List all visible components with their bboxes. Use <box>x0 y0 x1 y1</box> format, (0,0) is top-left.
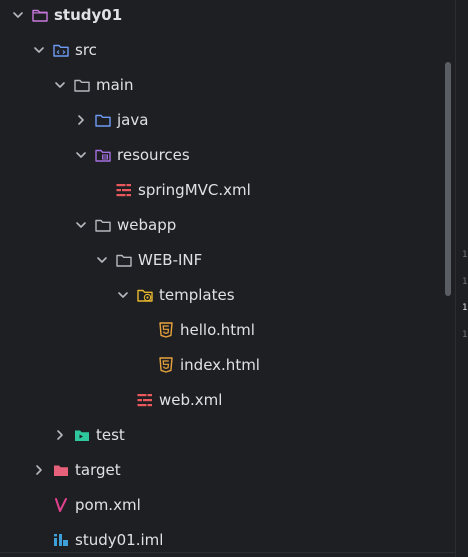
module-folder-icon <box>31 6 49 24</box>
tree-node-label: webapp <box>117 216 177 234</box>
chevron-down-icon[interactable] <box>74 218 88 232</box>
chevron-down-icon[interactable] <box>74 148 88 162</box>
chevron-right-icon[interactable] <box>74 113 88 127</box>
chevron-down-icon[interactable] <box>32 43 46 57</box>
tree-node-label: springMVC.xml <box>138 181 251 199</box>
tree-node-label: templates <box>159 286 235 304</box>
html5-icon <box>157 321 175 339</box>
line-number: 1 <box>462 250 468 260</box>
source-root-icon <box>52 41 70 59</box>
tree-node[interactable]: study01 <box>0 0 445 33</box>
tree-node[interactable]: target <box>0 453 445 488</box>
tree-node-label: resources <box>117 146 190 164</box>
tree-node[interactable]: java <box>0 103 445 138</box>
tree-node[interactable]: hello.html <box>0 313 445 348</box>
tree-node[interactable]: resources <box>0 138 445 173</box>
tree-node[interactable]: src <box>0 33 445 68</box>
folder-icon <box>94 216 112 234</box>
tree-node[interactable]: springMVC.xml <box>0 173 445 208</box>
web-xml-icon <box>136 391 154 409</box>
web-folder-icon <box>136 286 154 304</box>
line-number: 1 <box>462 277 468 287</box>
tree-node[interactable]: templates <box>0 278 445 313</box>
source-folder-icon <box>94 111 112 129</box>
test-folder-icon <box>73 426 91 444</box>
divider <box>0 552 455 553</box>
spring-xml-icon <box>115 181 133 199</box>
vertical-scrollbar-thumb[interactable] <box>445 62 451 296</box>
tree-node-label: study01.iml <box>75 531 164 549</box>
tree-node-label: pom.xml <box>75 496 141 514</box>
tree-node-label: index.html <box>180 356 260 374</box>
chevron-right-icon[interactable] <box>53 428 67 442</box>
excluded-folder-icon <box>52 461 70 479</box>
resources-folder-icon <box>94 146 112 164</box>
line-number: 1 <box>462 303 468 313</box>
iml-file-icon <box>52 531 70 549</box>
tree-node[interactable]: WEB-INF <box>0 243 445 278</box>
tree-node[interactable]: pom.xml <box>0 488 445 523</box>
tree-node-label: java <box>117 111 149 129</box>
folder-icon <box>73 76 91 94</box>
tree-node-label: test <box>96 426 125 444</box>
tree-node[interactable]: web.xml <box>0 383 445 418</box>
tree-node[interactable]: main <box>0 68 445 103</box>
chevron-down-icon[interactable] <box>116 288 130 302</box>
tree-node-label: hello.html <box>180 321 255 339</box>
chevron-down-icon[interactable] <box>95 253 109 267</box>
folder-icon <box>115 251 133 269</box>
tree-node[interactable]: index.html <box>0 348 445 383</box>
chevron-down-icon[interactable] <box>53 78 67 92</box>
tree-node-label: WEB-INF <box>138 251 203 269</box>
tree-node[interactable]: webapp <box>0 208 445 243</box>
tree-node-label: target <box>75 461 121 479</box>
maven-icon <box>52 496 70 514</box>
chevron-down-icon[interactable] <box>11 8 25 22</box>
tree-node-label: main <box>96 76 134 94</box>
html5-icon <box>157 356 175 374</box>
chevron-right-icon[interactable] <box>32 463 46 477</box>
tree-node-label: study01 <box>54 6 123 24</box>
line-number: 1 <box>462 330 468 340</box>
tree-node-label: web.xml <box>159 391 223 409</box>
tree-node[interactable]: test <box>0 418 445 453</box>
tree-node-label: src <box>75 41 97 59</box>
project-tool-window: study01 src main java resources springMVC.xml… <box>0 0 468 557</box>
